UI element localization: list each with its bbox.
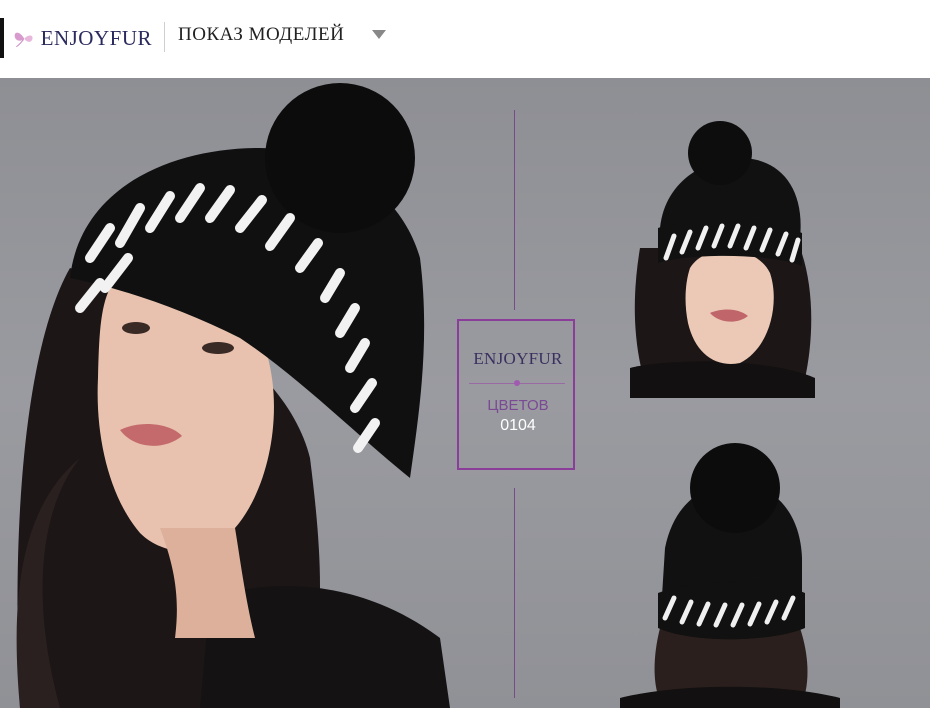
divider-line-bottom [514,488,515,698]
divider-line-top [514,110,515,310]
card-brand-logo: ENJOYFUR [473,349,563,368]
product-info-card: ENJOYFUR ЦВЕТОВ 0104 [457,319,575,470]
model-front-photo [630,121,815,398]
caret-down-icon[interactable] [372,30,386,39]
model-back-photo [620,443,840,708]
product-code: 0104 [500,417,536,434]
header-divider [164,22,165,52]
accent-bar [0,18,4,58]
card-dot [514,380,520,386]
brand-logo[interactable]: ENJOYFUR [12,18,152,58]
logo-text: ENJOYFUR [40,25,152,50]
product-banner: ENJOYFUR ЦВЕТОВ 0104 [0,78,930,708]
model-main-photo [16,83,450,708]
nav-title[interactable]: ПОКАЗ МОДЕЛЕЙ [178,24,344,46]
header: ENJOYFUR ПОКАЗ МОДЕЛЕЙ [0,0,930,78]
butterfly-icon [14,32,33,48]
color-label: ЦВЕТОВ [487,397,549,414]
